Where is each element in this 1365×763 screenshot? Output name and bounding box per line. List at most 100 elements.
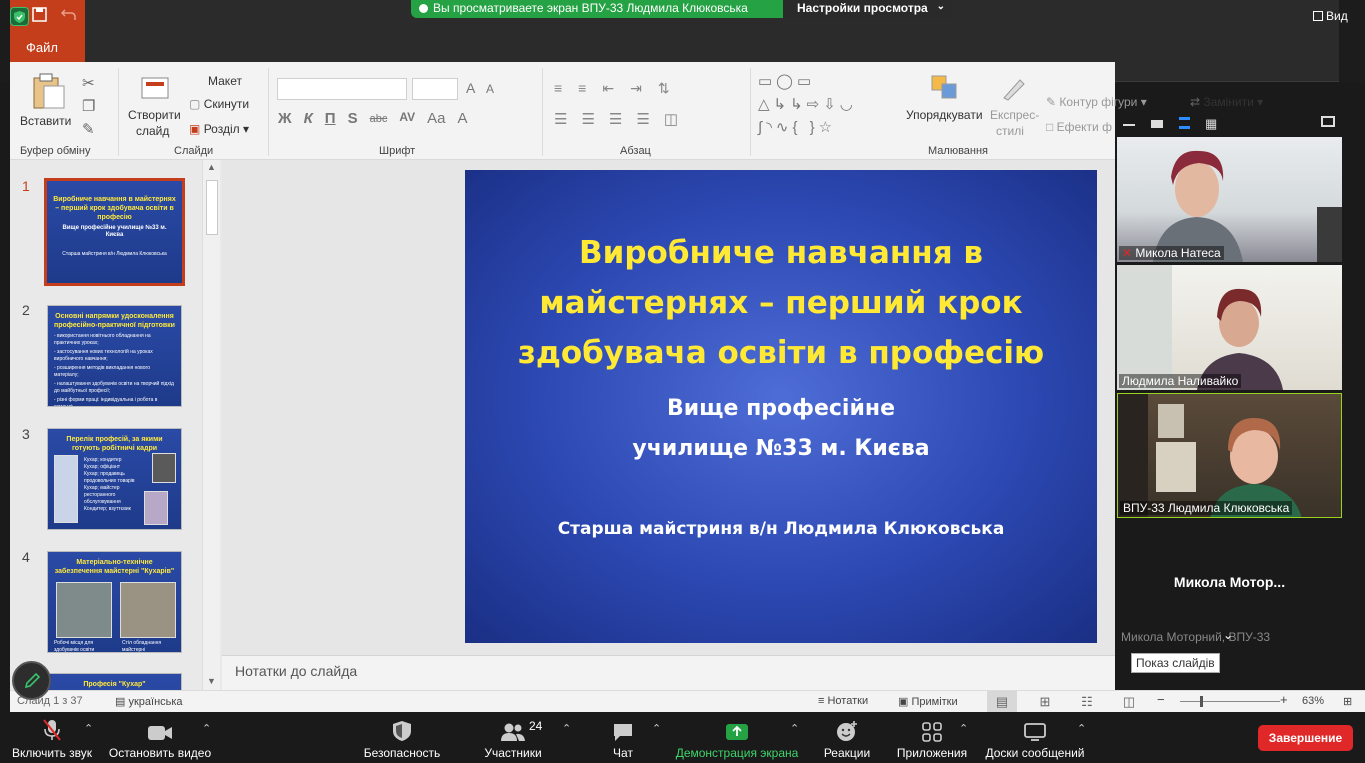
pop-out-icon[interactable]: [1321, 116, 1335, 127]
columns-icon[interactable]: ◫: [664, 110, 678, 128]
shadow-button[interactable]: S: [348, 110, 358, 127]
thumbnail-view-icon[interactable]: [1179, 117, 1190, 129]
bold-button[interactable]: Ж: [278, 110, 292, 127]
chevron-up-icon[interactable]: ⌃: [790, 722, 799, 735]
paste-button[interactable]: Вставити: [18, 70, 74, 140]
slide-subtitle-line: Вище професійне: [666, 396, 895, 421]
security-shield-icon[interactable]: [10, 7, 29, 26]
increase-indent-icon[interactable]: ⇥: [630, 80, 642, 97]
shape-outline-button[interactable]: ✎ Контур фігури ▾: [1046, 95, 1147, 109]
align-center-icon[interactable]: ☰: [581, 110, 594, 128]
slide-thumbnail-4[interactable]: Матеріально-технічне забезпечення майсте…: [47, 551, 182, 653]
slide-sorter-icon[interactable]: ⊞: [1030, 691, 1060, 712]
font-color-button[interactable]: A: [457, 110, 467, 127]
current-slide[interactable]: Виробниче навчання в майстернях – перший…: [465, 170, 1097, 643]
decrease-indent-icon[interactable]: ⇤: [602, 80, 614, 97]
chevron-up-icon[interactable]: ⌃: [562, 722, 571, 735]
stop-video-button[interactable]: Остановить видео: [108, 712, 212, 763]
gallery-view-icon[interactable]: ▦: [1205, 116, 1217, 132]
slide-thumbnail-3[interactable]: Перелік професій, за якими готують робіт…: [47, 428, 182, 530]
justify-icon[interactable]: ☰: [636, 110, 649, 128]
unmute-button[interactable]: Включить звук: [10, 712, 94, 763]
font-size-select[interactable]: [412, 78, 458, 100]
reading-view-icon[interactable]: ☷: [1072, 691, 1102, 712]
video-tile-2[interactable]: Людмила Наливайко: [1117, 265, 1342, 390]
thumb-photo: [120, 582, 176, 638]
reset-button[interactable]: ▢ Скинути: [189, 97, 249, 111]
section-button[interactable]: ▣ Розділ ▾: [189, 122, 249, 136]
video-tile-3-active-speaker[interactable]: ВПУ-33 Людмила Клюковська: [1117, 393, 1342, 518]
notes-pane[interactable]: Нотатки до слайда: [222, 655, 1115, 690]
apps-button[interactable]: Приложения: [894, 712, 970, 763]
underline-button[interactable]: П: [325, 110, 336, 127]
fit-slide-icon[interactable]: ⊞: [1343, 695, 1352, 708]
zoom-in-icon[interactable]: +: [1280, 692, 1288, 707]
bullets-icon[interactable]: ≡: [554, 80, 562, 97]
quick-styles-button[interactable]: Експрес- стилі: [988, 74, 1039, 138]
chevron-down-icon[interactable]: ⌄: [1223, 628, 1233, 642]
arrange-button[interactable]: Упорядкувати: [904, 74, 988, 138]
zoom-level[interactable]: 63%: [1302, 695, 1324, 707]
zoom-slider-knob[interactable]: [1200, 696, 1203, 707]
video-tile-1[interactable]: ✕ Микола Натеса: [1117, 137, 1342, 262]
view-menu-button[interactable]: Вид: [1313, 9, 1348, 23]
chevron-up-icon[interactable]: ⌃: [202, 722, 211, 735]
align-left-icon[interactable]: ☰: [554, 110, 567, 128]
shrink-font-icon[interactable]: A: [486, 82, 494, 96]
char-spacing-button[interactable]: AV: [399, 110, 415, 127]
scroll-up-icon[interactable]: ▲: [207, 162, 216, 172]
replace-button[interactable]: ⇄ Замінити ▾: [1190, 95, 1263, 109]
format-painter-icon[interactable]: ✎: [82, 120, 95, 138]
grow-font-icon[interactable]: A: [466, 80, 475, 96]
shape-effects-button[interactable]: □ Ефекти ф: [1046, 120, 1112, 134]
minimize-icon[interactable]: [1123, 124, 1135, 126]
security-button[interactable]: Безопасность: [362, 712, 442, 763]
copy-icon[interactable]: ❐: [82, 97, 95, 115]
participant-video: [1118, 394, 1302, 517]
scrollbar-thumb[interactable]: [206, 180, 218, 235]
comments-toggle[interactable]: ▣ Примітки: [898, 695, 958, 708]
cut-icon[interactable]: ✂: [82, 74, 95, 92]
font-family-select[interactable]: [277, 78, 407, 100]
zoom-out-icon[interactable]: −: [1157, 692, 1165, 707]
italic-button[interactable]: К: [304, 110, 313, 127]
font-group-label: Шрифт: [379, 145, 416, 157]
numbering-icon[interactable]: ≡: [578, 80, 586, 97]
align-right-icon[interactable]: ☰: [609, 110, 622, 128]
notes-toggle[interactable]: ≡ Нотатки: [818, 695, 868, 707]
shape-effects-label: Ефекти ф: [1056, 120, 1112, 134]
reactions-button[interactable]: Реакции: [822, 712, 872, 763]
strikethrough-button[interactable]: abc: [370, 110, 388, 127]
file-tab[interactable]: Файл: [10, 34, 85, 62]
end-meeting-button[interactable]: Завершение: [1258, 725, 1353, 751]
layout-button[interactable]: Макет: [208, 74, 242, 88]
normal-view-icon[interactable]: ▤: [987, 691, 1017, 712]
language-indicator[interactable]: ▤ українська: [115, 695, 183, 708]
chevron-up-icon[interactable]: ⌃: [84, 722, 93, 735]
chevron-up-icon[interactable]: ⌃: [652, 722, 661, 735]
slideshow-icon[interactable]: ◫: [1114, 691, 1144, 712]
slide-thumbnail-1[interactable]: Виробниче навчання в майстернях – перший…: [44, 178, 185, 286]
chevron-up-icon[interactable]: ⌃: [959, 722, 968, 735]
slide-thumbnail-5[interactable]: Професія "Кухар": [47, 673, 182, 690]
whiteboards-button[interactable]: Доски сообщений: [982, 712, 1088, 763]
chat-button[interactable]: Чат: [604, 712, 642, 763]
slide-author: Старша майстриня в/н Людмила Клюковська: [557, 519, 1005, 539]
new-slide-button[interactable]: Створити слайд: [124, 70, 186, 142]
speaker-view-icon[interactable]: [1151, 120, 1163, 128]
annotate-pen-button[interactable]: [12, 661, 51, 700]
share-screen-button[interactable]: Демонстрация экрана: [674, 712, 800, 763]
save-icon[interactable]: [32, 7, 48, 23]
zoom-slider[interactable]: [1180, 701, 1280, 702]
slide-thumbnail-2[interactable]: Основні напрямки удосконалення професійн…: [47, 305, 182, 407]
line-spacing-icon[interactable]: ⇅: [658, 80, 670, 97]
chevron-up-icon[interactable]: ⌃: [1077, 722, 1086, 735]
scroll-down-icon[interactable]: ▼: [207, 676, 216, 686]
pencil-icon: ✎: [1046, 95, 1057, 109]
change-case-button[interactable]: Aa: [427, 110, 445, 127]
shapes-gallery[interactable]: ▭◯▭ △↳↳⇨⇩◡ ∫◝∿{ }☆: [758, 70, 892, 140]
undo-icon[interactable]: [60, 7, 77, 23]
slide-subtitle: Вище професійне училище №33 м. Києва: [465, 389, 1097, 469]
view-settings-button[interactable]: Настройки просмотра ⌄: [783, 0, 953, 18]
thumbnail-scrollbar[interactable]: ▲ ▼: [202, 160, 220, 690]
